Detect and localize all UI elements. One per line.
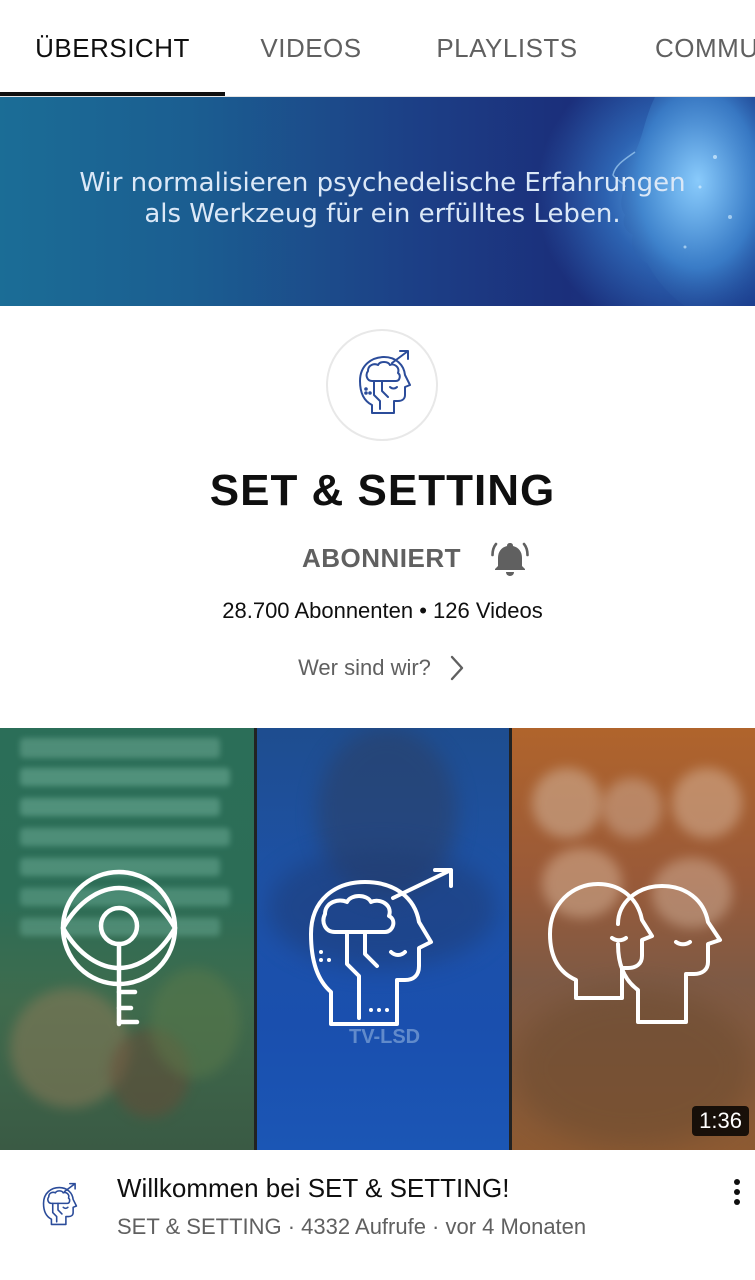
trailer-panel-2: TV-LSD xyxy=(257,728,509,1150)
eye-key-icon xyxy=(60,869,178,1027)
channel-avatar[interactable] xyxy=(326,329,438,441)
notification-bell-icon[interactable] xyxy=(489,537,531,579)
head-brain-arrow-icon xyxy=(359,350,411,414)
tv-lsd-watermark: TV-LSD xyxy=(349,1026,421,1048)
trailer-panel-1 xyxy=(0,728,254,1150)
two-heads-icon xyxy=(548,882,722,1024)
more-options-icon[interactable] xyxy=(722,1174,752,1210)
video-channel-avatar[interactable] xyxy=(30,1178,86,1234)
channel-stats: 28.700 Abonnenten • 126 Videos xyxy=(222,598,543,623)
video-duration-badge: 1:36 xyxy=(692,1106,749,1136)
tab-uebersicht[interactable]: ÜBERSICHT xyxy=(0,0,225,96)
active-tab-indicator xyxy=(0,92,225,96)
tab-playlists[interactable]: PLAYLISTS xyxy=(397,0,617,96)
channel-tabs: ÜBERSICHT VIDEOS PLAYLISTS COMMU xyxy=(0,0,755,97)
channel-trailer-thumbnail[interactable]: TV-LSD 1:36 xyxy=(0,728,755,1150)
channel-name: SET & SETTING xyxy=(209,466,556,515)
channel-banner: Wir normalisieren psychedelische Erfahru… xyxy=(0,97,755,306)
banner-tagline-line2: als Werkzeug für ein erfülltes Leben. xyxy=(144,199,621,229)
video-metadata: SET & SETTING · 4332 Aufrufe · vor 4 Mon… xyxy=(117,1214,587,1239)
about-link[interactable]: Wer sind wir? xyxy=(0,650,755,686)
tab-community[interactable]: COMMU xyxy=(617,0,755,96)
banner-tagline-line1: Wir normalisieren psychedelische Erfahru… xyxy=(79,168,686,198)
about-label: Wer sind wir? xyxy=(298,655,431,680)
subscribed-button[interactable]: ABONNIERT xyxy=(302,543,461,574)
head-brain-arrow-icon xyxy=(42,1182,78,1226)
head-brain-arrow-icon xyxy=(309,868,453,1026)
subscribe-row: ABONNIERT xyxy=(0,536,755,580)
chevron-right-icon xyxy=(450,655,464,681)
tab-videos[interactable]: VIDEOS xyxy=(225,0,397,96)
trailer-panel-3 xyxy=(512,728,755,1150)
video-title[interactable]: Willkommen bei SET & SETTING! xyxy=(117,1173,510,1204)
